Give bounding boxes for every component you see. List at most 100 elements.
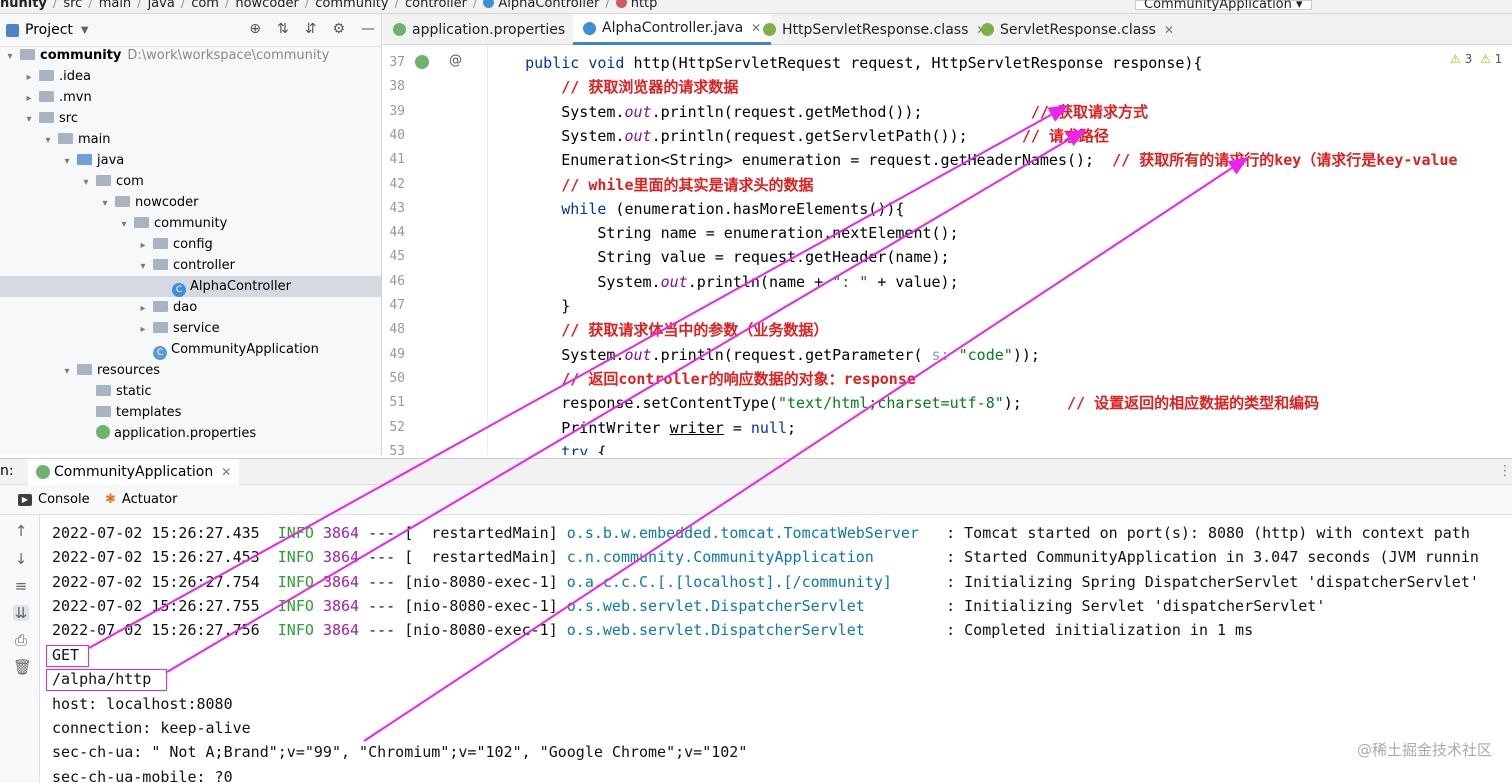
mapping-icon[interactable]: @ — [449, 53, 462, 68]
code-line[interactable]: } — [489, 294, 570, 318]
code-line[interactable]: String name = enumeration.nextElement(); — [489, 221, 958, 245]
tree-item[interactable]: ▸ .idea — [0, 66, 381, 88]
chevron-right-icon[interactable]: ▸ — [23, 88, 35, 109]
close-icon[interactable]: ✕ — [1164, 23, 1174, 37]
locate-icon[interactable]: ⊕ — [249, 21, 261, 37]
chevron-right-icon[interactable]: ▸ — [137, 319, 149, 340]
tree-item[interactable]: static — [0, 381, 381, 402]
breadcrumb-item[interactable]: main — [99, 0, 131, 10]
chevron-right-icon[interactable]: ▸ — [23, 67, 35, 88]
tree-item[interactable]: C AlphaController — [0, 276, 381, 297]
code-line[interactable]: System.out.println(request.getParameter(… — [489, 343, 1040, 367]
down-arrow-icon[interactable]: ↓ — [13, 551, 29, 567]
breadcrumb-separator: / — [180, 0, 186, 11]
breadcrumb-item[interactable]: nunity — [0, 0, 47, 10]
code-line[interactable]: System.out.println(request.getServletPat… — [489, 124, 1109, 148]
code-line[interactable]: try { — [489, 440, 606, 455]
code-line[interactable]: // while里面的其实是请求头的数据 — [489, 173, 813, 197]
breadcrumb-item[interactable]: java — [148, 0, 175, 10]
breadcrumb-item[interactable]: src — [63, 0, 82, 10]
tree-item[interactable]: ▾ controller — [0, 255, 381, 277]
chevron-right-icon[interactable]: ▸ — [137, 298, 149, 319]
log-line: 2022-07-02 15:26:27.754 INFO 3864 --- [n… — [52, 570, 1479, 594]
actuator-tab[interactable]: ✱ Actuator — [105, 492, 177, 507]
code-line[interactable]: public void http(HttpServletRequest requ… — [489, 51, 1202, 75]
tree-item[interactable]: ▾ java — [0, 150, 381, 172]
code-line[interactable]: System.out.println(name + ": " + value); — [489, 270, 958, 294]
tree-item[interactable]: C CommunityApplication — [0, 339, 381, 360]
project-path: D:\work\workspace\community — [127, 48, 330, 63]
editor-tab[interactable]: ServletResponse.class ✕ — [971, 14, 1184, 45]
more-icon[interactable]: ⋮ — [1498, 463, 1512, 479]
breadcrumb-item[interactable]: AlphaController — [498, 0, 599, 10]
tree-item-label: templates — [116, 405, 182, 420]
chevron-down-icon[interactable]: ▾ — [80, 172, 92, 193]
gear-icon[interactable]: ⚙ — [332, 21, 345, 37]
code-line[interactable]: response.setContentType("text/html;chars… — [489, 391, 1319, 415]
breadcrumb-item[interactable]: community — [315, 0, 388, 10]
editor-tab[interactable]: application.properties✕ — [383, 14, 593, 45]
chevron-down-icon[interactable]: ▾ — [23, 109, 35, 130]
log-timestamp: 2022-07-02 15:26:27.435 — [52, 524, 278, 542]
chevron-right-icon[interactable]: ▸ — [137, 235, 149, 256]
line-number: 50 — [389, 370, 405, 386]
code-line[interactable]: String value = request.getHeader(name); — [489, 245, 949, 269]
tree-item[interactable]: ▸ .mvn — [0, 87, 381, 109]
code-line[interactable]: Enumeration<String> enumeration = reques… — [489, 148, 1457, 172]
chevron-down-icon[interactable]: ▼ — [81, 25, 89, 36]
code-line[interactable]: System.out.println(request.getMethod());… — [489, 100, 1148, 124]
tree-item[interactable]: ▾ com — [0, 171, 381, 193]
tree-item[interactable]: ▾ resources — [0, 360, 381, 382]
class-icon — [483, 0, 495, 8]
hide-icon[interactable]: — — [361, 21, 375, 37]
folder-icon — [77, 364, 92, 375]
code-line[interactable]: PrintWriter writer = null; — [489, 416, 796, 440]
expand-all-icon[interactable]: ⇅ — [277, 21, 289, 37]
up-arrow-icon[interactable]: ↑ — [13, 523, 29, 539]
trash-icon[interactable]: 🗑 — [13, 659, 32, 675]
chevron-down-icon[interactable]: ▾ — [61, 151, 73, 172]
tree-item[interactable]: ▸ dao — [0, 297, 381, 319]
tree-item[interactable]: application.properties — [0, 423, 381, 444]
tree-item[interactable]: ▸ service — [0, 318, 381, 340]
chevron-down-icon[interactable]: ▾ — [42, 130, 54, 151]
code-line[interactable]: while (enumeration.hasMoreElements()){ — [489, 197, 904, 221]
chevron-down-icon[interactable]: ▾ — [4, 46, 16, 67]
chevron-down-icon[interactable]: ▾ — [99, 193, 111, 214]
folder-icon — [20, 49, 35, 60]
tree-item[interactable]: ▾ nowcoder — [0, 192, 381, 214]
run-config-selector[interactable]: CommunityApplication ▾ — [1135, 0, 1312, 11]
breadcrumb-item[interactable]: http — [631, 0, 658, 10]
code-line[interactable]: // 返回controller的响应数据的对象：response — [489, 367, 916, 391]
breadcrumb-item[interactable]: controller — [405, 0, 467, 10]
editor-tab[interactable]: AlphaController.java ✕ — [573, 14, 772, 45]
run-gutter-icon[interactable] — [415, 55, 429, 69]
editor-tab[interactable]: HttpServletResponse.class✕ — [753, 14, 996, 45]
folder-icon — [96, 385, 111, 396]
breadcrumb-item[interactable]: com — [191, 0, 219, 10]
soft-wrap-icon[interactable]: ≡ — [13, 578, 29, 594]
tree-item[interactable]: templates — [0, 402, 381, 423]
chevron-down-icon[interactable]: ▾ — [118, 214, 130, 235]
breadcrumb-item[interactable]: nowcoder — [235, 0, 299, 10]
tree-item-label: service — [173, 321, 220, 336]
tree-item[interactable]: ▾ community D:\work\workspace\community — [0, 45, 381, 67]
code-line[interactable]: // 获取请求体当中的参数（业务数据） — [489, 318, 828, 342]
chevron-down-icon[interactable]: ▾ — [61, 361, 73, 382]
print-icon[interactable]: ⎙ — [13, 632, 29, 648]
console-output[interactable]: 2022-07-02 15:26:27.435 INFO 3864 --- [ … — [41, 515, 1512, 783]
code-line[interactable]: // 获取浏览器的请求数据 — [489, 75, 738, 99]
code-editor[interactable]: public void http(HttpServletRequest requ… — [489, 45, 1512, 455]
tree-item[interactable]: ▸ config — [0, 234, 381, 256]
console-tab[interactable]: ▶ Console — [18, 492, 90, 507]
close-icon[interactable]: ✕ — [221, 465, 231, 479]
inspection-widget[interactable]: ⚠ 3 ⚠ 1 — [1450, 52, 1502, 66]
project-panel-title[interactable]: Project — [25, 22, 73, 38]
tree-item[interactable]: ▾ main — [0, 129, 381, 151]
tree-item[interactable]: ▾ src — [0, 108, 381, 130]
run-tab[interactable]: CommunityApplication ✕ — [28, 459, 240, 485]
tree-item[interactable]: ▾ community — [0, 213, 381, 235]
collapse-all-icon[interactable]: ⇵ — [305, 21, 317, 37]
chevron-down-icon[interactable]: ▾ — [137, 256, 149, 277]
scroll-to-end-icon[interactable]: ⇊ — [13, 605, 29, 621]
